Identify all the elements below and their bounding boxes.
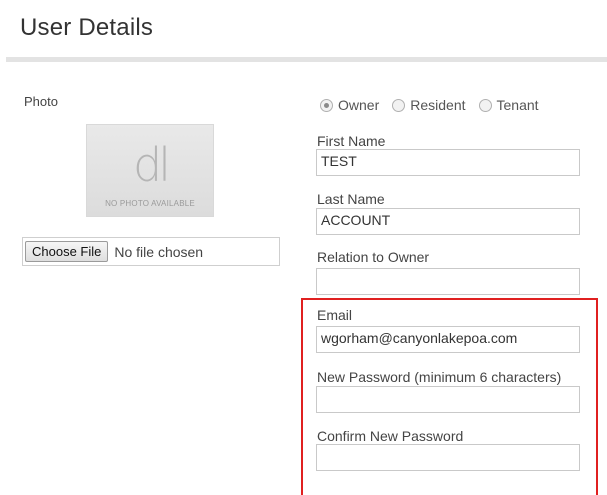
radio-resident-circle[interactable] — [392, 98, 406, 112]
radio-tenant-label: Tenant — [496, 97, 539, 113]
choose-file-button[interactable]: Choose File — [25, 241, 109, 262]
last-name-input[interactable]: ACCOUNT — [316, 208, 580, 235]
photo-label: Photo — [24, 94, 58, 109]
relation-input[interactable] — [316, 268, 580, 295]
file-input[interactable]: Choose File No file chosen — [22, 237, 280, 266]
first-name-label: First Name — [317, 133, 386, 149]
highlight-box — [301, 298, 598, 495]
user-type-radio-group: Owner Resident Tenant — [320, 97, 552, 113]
photo-placeholder: dl NO PHOTO AVAILABLE — [86, 124, 214, 217]
radio-resident-label: Resident — [410, 97, 466, 113]
file-status: No file chosen — [114, 243, 204, 260]
first-name-input[interactable]: TEST — [316, 149, 580, 176]
radio-tenant-circle[interactable] — [478, 98, 492, 112]
page-title: User Details — [20, 14, 154, 41]
last-name-label: Last Name — [317, 191, 385, 207]
radio-owner[interactable]: Owner — [320, 97, 379, 113]
title-divider — [6, 57, 607, 62]
placeholder-logo-icon: dl — [133, 138, 171, 192]
radio-owner-label: Owner — [338, 97, 380, 113]
radio-owner-circle[interactable] — [320, 98, 333, 112]
relation-label: Relation to Owner — [317, 249, 430, 265]
radio-resident[interactable]: Resident — [392, 97, 466, 113]
radio-tenant[interactable]: Tenant — [478, 97, 539, 113]
placeholder-caption: NO PHOTO AVAILABLE — [105, 199, 195, 208]
